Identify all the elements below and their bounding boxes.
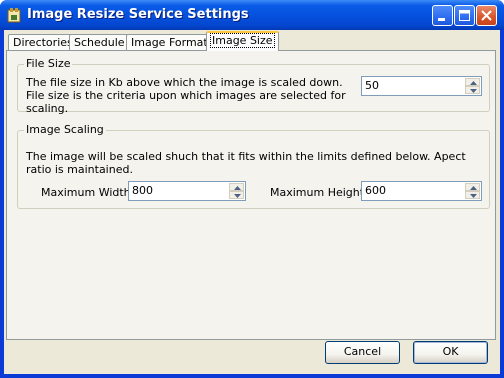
tab-schedule[interactable]: Schedule — [69, 34, 130, 51]
max-height-label: Maximum Height: — [270, 186, 368, 199]
max-width-label: Maximum Width: — [41, 186, 135, 199]
tab-label: Directories — [13, 36, 73, 49]
maximize-icon — [459, 10, 470, 21]
file-size-group: File Size The file size in Kb above whic… — [17, 57, 490, 115]
spin-up-button[interactable] — [465, 78, 480, 86]
tab-label: Image Size — [210, 33, 275, 48]
spin-up-button[interactable] — [229, 183, 244, 191]
max-width-spinner[interactable]: 800 — [128, 181, 246, 201]
image-scaling-group: Image Scaling The image will be scaled s… — [17, 123, 490, 209]
arrow-up-icon — [470, 81, 477, 85]
spin-up-button[interactable] — [465, 183, 480, 191]
image-scaling-group-label: Image Scaling — [24, 123, 106, 136]
arrow-down-icon — [470, 194, 477, 198]
tab-label: Schedule — [74, 36, 125, 49]
ok-button[interactable]: OK — [413, 341, 488, 364]
image-scaling-description: The image will be scaled shuch that it f… — [26, 150, 466, 176]
file-size-spinner-arrows — [465, 78, 480, 94]
spin-down-button[interactable] — [465, 191, 480, 199]
minimize-icon — [438, 18, 445, 21]
file-size-description: The file size in Kb above which the imag… — [26, 76, 346, 115]
spin-down-button[interactable] — [229, 191, 244, 199]
tab-image-formats[interactable]: Image Formats — [126, 34, 219, 51]
dialog-client-area: Directories Schedule Image Formats Image… — [4, 30, 500, 374]
arrow-down-icon — [234, 194, 241, 198]
file-size-value[interactable]: 50 — [365, 79, 379, 92]
arrow-up-icon — [234, 186, 241, 190]
image-size-panel: File Size The file size in Kb above whic… — [6, 50, 496, 340]
close-button[interactable] — [476, 5, 497, 26]
maximize-button[interactable] — [454, 5, 475, 26]
minimize-button[interactable] — [432, 5, 453, 26]
settings-window: Image Resize Service Settings Directorie… — [0, 0, 504, 378]
file-size-spinner[interactable]: 50 — [361, 76, 482, 96]
spin-down-button[interactable] — [465, 86, 480, 94]
tab-image-size[interactable]: Image Size — [206, 31, 279, 51]
window-title: Image Resize Service Settings — [27, 7, 249, 22]
max-width-spinner-arrows — [229, 183, 244, 199]
tab-directories[interactable]: Directories — [8, 34, 78, 51]
arrow-down-icon — [470, 89, 477, 93]
cancel-button[interactable]: Cancel — [325, 341, 400, 364]
close-icon — [481, 10, 492, 21]
file-size-group-label: File Size — [24, 57, 73, 70]
max-width-value[interactable]: 800 — [132, 184, 153, 197]
max-height-spinner-arrows — [465, 183, 480, 199]
max-height-spinner[interactable]: 600 — [361, 181, 482, 201]
tab-label: Image Formats — [131, 36, 214, 49]
arrow-up-icon — [470, 186, 477, 190]
max-height-value[interactable]: 600 — [365, 184, 386, 197]
title-bar[interactable]: Image Resize Service Settings — [0, 0, 504, 30]
app-icon — [7, 8, 21, 23]
